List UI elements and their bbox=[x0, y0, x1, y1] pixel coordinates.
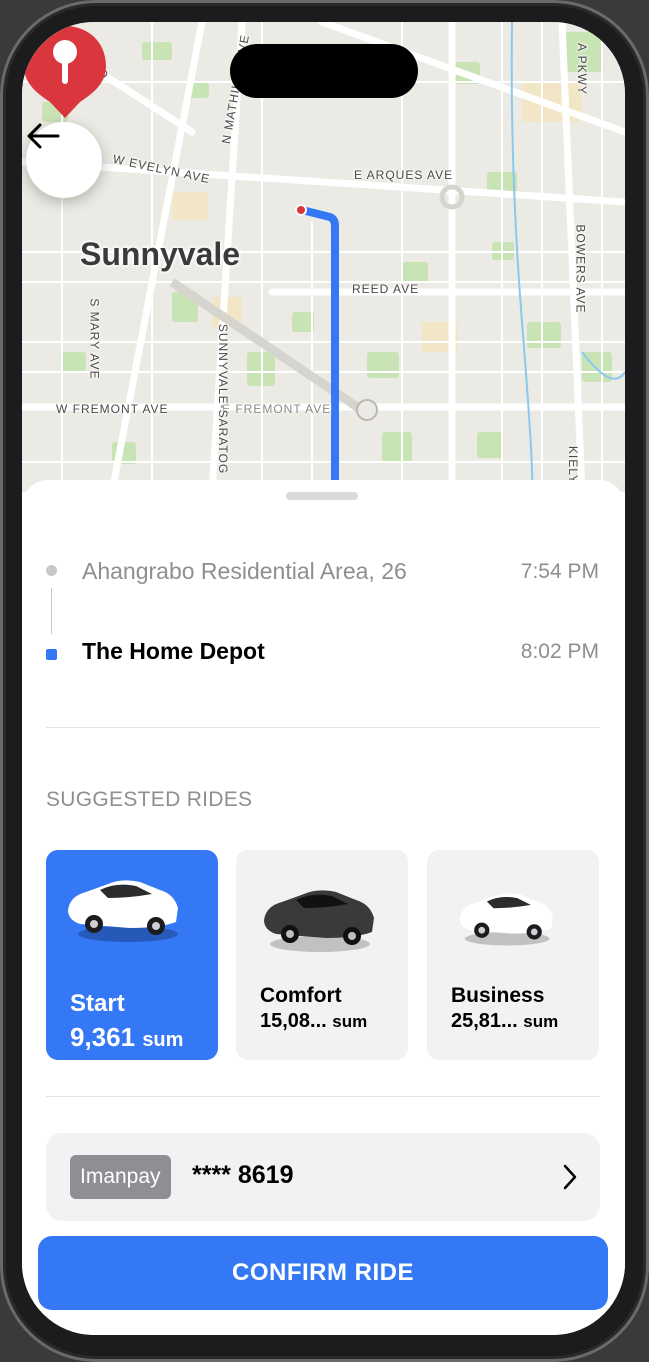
ride-price-unit: sum bbox=[523, 1012, 559, 1031]
chevron-right-icon bbox=[563, 1164, 577, 1190]
ride-name: Business bbox=[451, 984, 545, 1007]
ride-price: 9,361 sum bbox=[70, 1022, 183, 1053]
car-icon bbox=[264, 890, 374, 952]
street-label: BOWERS AVE bbox=[573, 224, 588, 314]
street-label: SUNNYVALE-SARATOG bbox=[216, 323, 231, 475]
back-button[interactable] bbox=[26, 122, 102, 198]
street-label: E FREMONT AVE bbox=[222, 402, 332, 416]
origin-time: 7:54 PM bbox=[520, 560, 599, 583]
destination-pin-icon bbox=[24, 26, 106, 118]
payment-method-row[interactable]: Imanpay **** 8619 bbox=[46, 1133, 600, 1221]
street-label: A PKWY bbox=[575, 42, 590, 96]
ride-option-start[interactable]: Start 9,361 sum bbox=[46, 850, 218, 1060]
ride-price-value: 25,81... bbox=[451, 1010, 518, 1032]
ride-price: 25,81... sum bbox=[451, 1010, 558, 1033]
ride-name: Start bbox=[70, 990, 125, 1017]
ride-option-comfort[interactable]: Comfort 15,08... sum bbox=[236, 850, 408, 1060]
street-label: REED AVE bbox=[352, 282, 420, 296]
ride-price-unit: sum bbox=[332, 1012, 368, 1031]
ride-price-value: 15,08... bbox=[260, 1010, 327, 1032]
ride-name: Comfort bbox=[260, 984, 342, 1007]
section-title: SUGGESTED RIDES bbox=[46, 788, 253, 811]
arrow-left-icon bbox=[27, 123, 60, 149]
ride-price: 15,08... sum bbox=[260, 1010, 367, 1033]
confirm-ride-button[interactable]: CONFIRM RIDE bbox=[38, 1236, 608, 1310]
route-connector bbox=[51, 588, 52, 634]
street-label: E ARQUES AVE bbox=[354, 168, 454, 182]
destination-address[interactable]: The Home Depot bbox=[82, 638, 265, 665]
car-icon bbox=[68, 880, 178, 942]
payment-provider-badge: Imanpay bbox=[70, 1155, 171, 1199]
map-view[interactable]: W EVELYN AVE E ARQUES AVE REED AVE W FRE… bbox=[22, 22, 625, 492]
destination-square-icon bbox=[46, 649, 57, 660]
divider bbox=[46, 1096, 600, 1097]
street-label: KIELY bbox=[566, 445, 581, 485]
sheet-grabber[interactable] bbox=[286, 492, 358, 500]
origin-dot-icon bbox=[46, 565, 57, 576]
screen: W EVELYN AVE E ARQUES AVE REED AVE W FRE… bbox=[22, 22, 625, 1335]
city-label: Sunnyvale bbox=[80, 236, 241, 272]
street-label: S MARY AVE bbox=[87, 298, 102, 380]
street-label: W FREMONT AVE bbox=[56, 402, 169, 416]
card-number: **** 8619 bbox=[192, 1161, 294, 1189]
dynamic-island bbox=[230, 44, 418, 98]
ride-price-unit: sum bbox=[142, 1029, 184, 1051]
destination-time: 8:02 PM bbox=[520, 640, 599, 663]
divider bbox=[46, 727, 600, 728]
ride-price-value: 9,361 bbox=[70, 1022, 136, 1052]
ride-sheet: Ahangrabo Residential Area, 26 7:54 PM T… bbox=[22, 480, 625, 1335]
ride-option-business[interactable]: Business 25,81... sum bbox=[427, 850, 599, 1060]
origin-address[interactable]: Ahangrabo Residential Area, 26 bbox=[82, 558, 407, 585]
car-icon bbox=[459, 893, 553, 946]
